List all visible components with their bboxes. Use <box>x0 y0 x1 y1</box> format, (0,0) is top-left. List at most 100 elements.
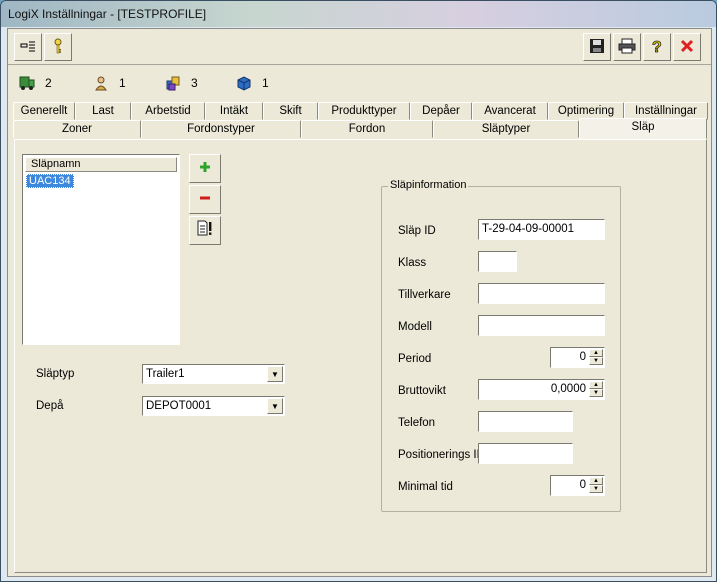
spin-down-icon[interactable]: ▼ <box>589 485 603 493</box>
period-label: Period <box>398 353 432 365</box>
spinner-arrows[interactable]: ▲ ▼ <box>589 477 603 494</box>
tab-zoner[interactable]: Zoner <box>13 120 141 138</box>
client-area: ? 2 1 3 1 Generellt Last Arbetstid Intäk… <box>7 28 712 577</box>
period-value: 0 <box>579 351 586 363</box>
chevron-down-icon[interactable]: ▼ <box>267 366 283 382</box>
driver-icon <box>93 75 109 91</box>
document-alert-icon <box>196 220 214 241</box>
modell-field[interactable] <box>478 315 605 336</box>
tab-label: Fordon <box>348 123 386 135</box>
slaptyp-value: Trailer1 <box>146 368 185 380</box>
svg-text:?: ? <box>652 39 662 54</box>
tab-fordon[interactable]: Fordon <box>301 120 433 138</box>
stack-count-value: 3 <box>191 76 198 90</box>
tab-arbetstid[interactable]: Arbetstid <box>131 102 205 120</box>
driver-count: 1 <box>93 75 126 91</box>
tab-avancerat[interactable]: Avancerat <box>472 102 548 120</box>
vehicle-icon <box>19 75 35 91</box>
close-icon <box>679 38 695 57</box>
slap-id-field[interactable]: T-29-04-09-00001 <box>478 219 605 240</box>
list-settings-button[interactable] <box>14 33 42 61</box>
tab-produkttyper[interactable]: Produkttyper <box>318 102 410 120</box>
tab-label: Zoner <box>61 123 93 135</box>
slap-listbox[interactable]: Släpnamn UAC134 <box>22 154 180 345</box>
positionerings-id-label: Positionerings ID <box>398 449 485 461</box>
spin-up-icon[interactable]: ▲ <box>589 381 603 389</box>
remove-button[interactable] <box>189 185 221 214</box>
spin-down-icon[interactable]: ▼ <box>589 389 603 397</box>
spinner-arrows[interactable]: ▲ ▼ <box>589 349 603 366</box>
telefon-label: Telefon <box>398 417 436 429</box>
tab-skift[interactable]: Skift <box>263 102 318 120</box>
tab-label: Depåer <box>422 105 460 117</box>
box-icon <box>236 75 252 91</box>
help-icon: ? <box>649 38 665 57</box>
tab-label: Skift <box>279 105 302 117</box>
telefon-field[interactable] <box>478 411 573 432</box>
bruttovikt-value: 0,0000 <box>550 383 586 395</box>
bruttovikt-spinner[interactable]: 0,0000 ▲ ▼ <box>478 379 605 400</box>
box-count-value: 1 <box>262 76 269 90</box>
save-icon <box>589 38 605 57</box>
driver-count-value: 1 <box>119 76 126 90</box>
depa-combo[interactable]: DEPOT0001 ▼ <box>142 396 285 416</box>
add-button[interactable] <box>189 154 221 183</box>
tab-label: Släp <box>631 121 655 133</box>
tillverkare-label: Tillverkare <box>398 289 451 301</box>
tab-label: Produkttyper <box>331 105 397 117</box>
depa-label: Depå <box>36 400 64 412</box>
key-button[interactable] <box>44 33 72 61</box>
list-item[interactable]: UAC134 <box>26 174 74 188</box>
close-button[interactable] <box>673 33 701 61</box>
tab-label: Arbetstid <box>145 105 191 117</box>
minimal-tid-label: Minimal tid <box>398 481 453 493</box>
tab-label: Optimering <box>557 105 615 117</box>
settings-window: LogiX Inställningar - [TESTPROFILE] ? 2 … <box>0 0 717 582</box>
klass-field[interactable] <box>478 251 517 272</box>
plus-icon <box>199 160 211 178</box>
tab-strip: Generellt Last Arbetstid Intäkt Skift Pr… <box>8 101 711 139</box>
positionerings-id-field[interactable] <box>478 443 573 464</box>
tab-slap[interactable]: Släp <box>579 118 707 139</box>
tab-label: Släptyper <box>481 123 531 135</box>
list-column-header[interactable]: Släpnamn <box>25 157 177 172</box>
tab-depaer[interactable]: Depåer <box>410 102 472 120</box>
tab-label: Intäkt <box>219 105 249 117</box>
tab-label: Avancerat <box>484 105 536 117</box>
tab-generellt[interactable]: Generellt <box>13 102 75 120</box>
box-count: 1 <box>236 75 269 91</box>
tillverkare-field[interactable] <box>478 283 605 304</box>
spin-up-icon[interactable]: ▲ <box>589 477 603 485</box>
spin-down-icon[interactable]: ▼ <box>589 357 603 365</box>
tab-label: Generellt <box>20 105 68 117</box>
tab-label: Inställningar <box>634 105 697 117</box>
modell-label: Modell <box>398 321 432 333</box>
spin-up-icon[interactable]: ▲ <box>589 349 603 357</box>
klass-label: Klass <box>398 257 427 269</box>
print-button[interactable] <box>613 33 641 61</box>
document-alert-button[interactable] <box>189 216 221 245</box>
chevron-down-icon[interactable]: ▼ <box>267 398 283 414</box>
title-bar[interactable]: LogiX Inställningar - [TESTPROFILE] <box>1 1 716 27</box>
toolbar: ? <box>8 29 711 65</box>
period-spinner[interactable]: 0 ▲ ▼ <box>550 347 605 368</box>
slapinformation-group: Släpinformation Släp ID T-29-04-09-00001… <box>381 179 621 512</box>
minimal-tid-value: 0 <box>579 479 586 491</box>
group-title: Släpinformation <box>388 179 469 191</box>
tab-intakt[interactable]: Intäkt <box>205 102 263 120</box>
slaptyp-label: Släptyp <box>36 368 75 380</box>
minimal-tid-spinner[interactable]: 0 ▲ ▼ <box>550 475 605 496</box>
key-icon <box>50 38 66 57</box>
tab-label: Last <box>92 105 114 117</box>
save-button[interactable] <box>583 33 611 61</box>
tab-fordonstyper[interactable]: Fordonstyper <box>141 120 301 138</box>
help-button[interactable]: ? <box>643 33 671 61</box>
spinner-arrows[interactable]: ▲ ▼ <box>589 381 603 398</box>
slap-id-label: Släp ID <box>398 225 436 237</box>
tab-last[interactable]: Last <box>75 102 131 120</box>
slap-panel: Släpnamn UAC134 Släptyp Trailer1 ▼ Depå … <box>14 139 707 573</box>
slaptyp-combo[interactable]: Trailer1 ▼ <box>142 364 285 384</box>
tab-slaptyper[interactable]: Släptyper <box>433 120 579 138</box>
window-title: LogiX Inställningar - [TESTPROFILE] <box>8 7 207 21</box>
minus-icon <box>199 191 211 209</box>
